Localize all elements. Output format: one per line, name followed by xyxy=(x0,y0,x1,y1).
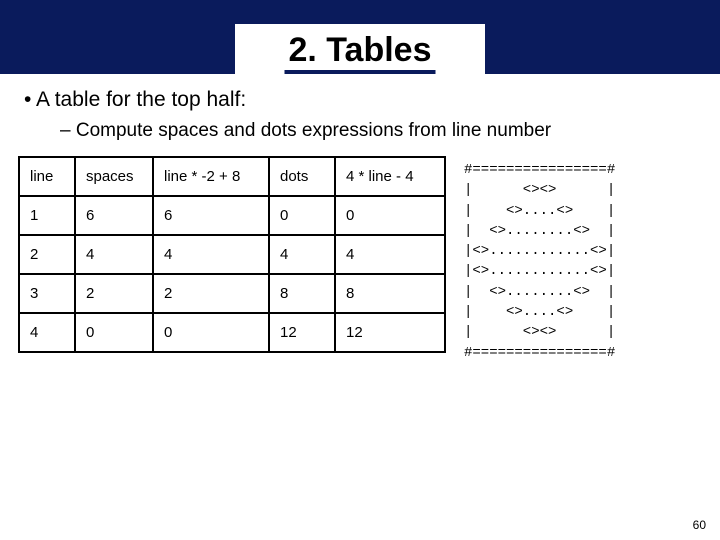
cell: 4 xyxy=(19,313,75,352)
slide-banner: 2. Tables xyxy=(0,0,720,74)
th-dots: dots xyxy=(269,157,335,196)
bullet-level-1: A table for the top half: xyxy=(24,88,704,112)
cell: 4 xyxy=(335,235,445,274)
cell: 2 xyxy=(19,235,75,274)
th-dots-expr: 4 * line - 4 xyxy=(335,157,445,196)
data-table: line spaces line * -2 + 8 dots 4 * line … xyxy=(18,156,446,353)
table-row: 1 6 6 0 0 xyxy=(19,196,445,235)
cell: 0 xyxy=(335,196,445,235)
table-row: 2 4 4 4 4 xyxy=(19,235,445,274)
ascii-figure: #================# | <><> | | <>....<> |… xyxy=(464,160,615,363)
cell: 12 xyxy=(335,313,445,352)
title-wrap: 2. Tables xyxy=(285,31,436,74)
cell: 0 xyxy=(269,196,335,235)
th-spaces: spaces xyxy=(75,157,153,196)
slide-title: 2. Tables xyxy=(285,31,436,74)
cell: 8 xyxy=(269,274,335,313)
cell: 8 xyxy=(335,274,445,313)
cell: 0 xyxy=(153,313,269,352)
main-row: line spaces line * -2 + 8 dots 4 * line … xyxy=(16,156,704,363)
cell: 6 xyxy=(153,196,269,235)
cell: 4 xyxy=(269,235,335,274)
bullet-level-2: Compute spaces and dots expressions from… xyxy=(60,120,704,142)
cell: 1 xyxy=(19,196,75,235)
cell: 3 xyxy=(19,274,75,313)
table-row: 3 2 2 8 8 xyxy=(19,274,445,313)
cell: 12 xyxy=(269,313,335,352)
cell: 2 xyxy=(75,274,153,313)
cell: 0 xyxy=(75,313,153,352)
th-line: line xyxy=(19,157,75,196)
page-number: 60 xyxy=(693,518,706,532)
cell: 2 xyxy=(153,274,269,313)
table-header-row: line spaces line * -2 + 8 dots 4 * line … xyxy=(19,157,445,196)
cell: 6 xyxy=(75,196,153,235)
table-row: 4 0 0 12 12 xyxy=(19,313,445,352)
th-spaces-expr: line * -2 + 8 xyxy=(153,157,269,196)
slide-content: A table for the top half: Compute spaces… xyxy=(0,74,720,363)
cell: 4 xyxy=(75,235,153,274)
cell: 4 xyxy=(153,235,269,274)
